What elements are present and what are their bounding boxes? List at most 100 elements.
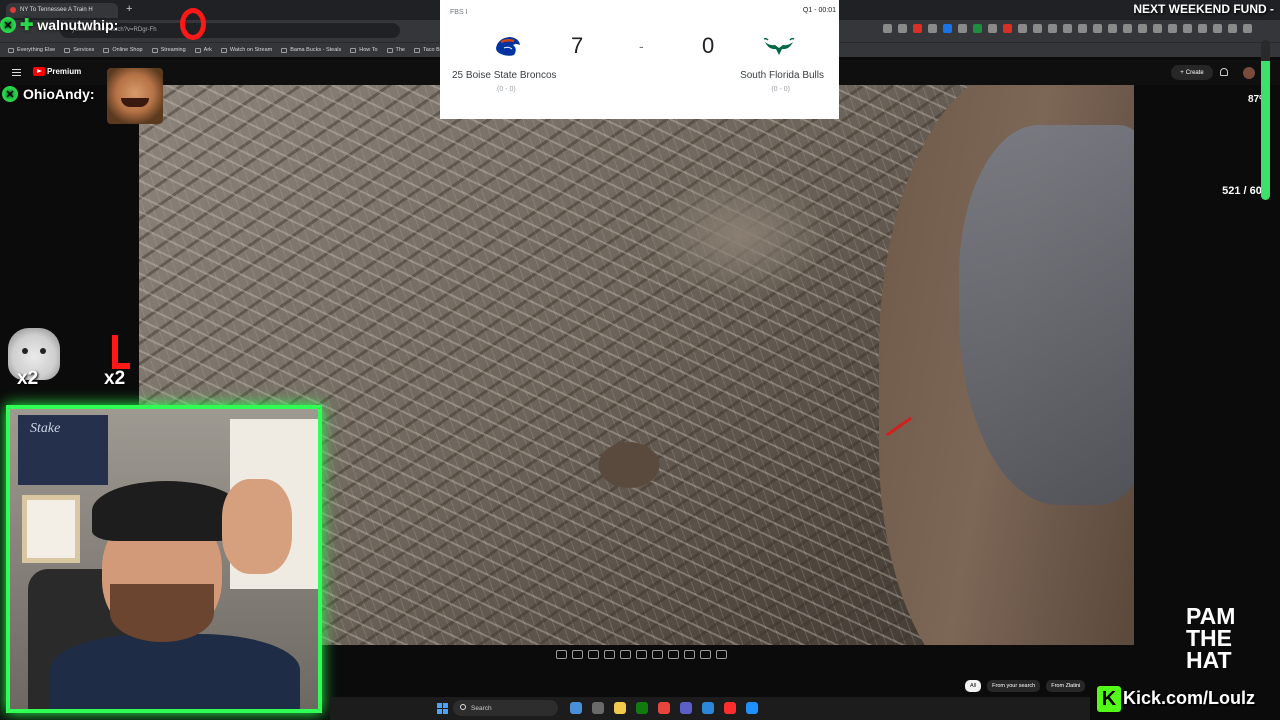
speed-icon[interactable]: [652, 650, 663, 659]
xbox-badge-icon: ✕: [0, 17, 16, 33]
extension-icon[interactable]: [988, 24, 997, 33]
taskbar-search-text: Search: [471, 704, 492, 712]
taskbar-search[interactable]: Search: [453, 700, 558, 716]
extension-icon[interactable]: [1033, 24, 1042, 33]
home-score: 7: [571, 33, 584, 58]
edge-icon[interactable]: [702, 702, 714, 714]
watermark-line: HAT: [1186, 646, 1232, 673]
scoreboard-card: FBS I Q1 - 00:01 7 - 0 25 Boise State Br…: [440, 0, 839, 119]
bookmark-label: Watch on Stream: [229, 47, 273, 53]
pam-the-hat-watermark: PAM THE HAT: [1186, 605, 1235, 673]
clip-icon[interactable]: [684, 650, 695, 659]
extension-icon[interactable]: [1138, 24, 1147, 33]
edit-icon[interactable]: [636, 650, 647, 659]
teams-icon[interactable]: [680, 702, 692, 714]
settings-gear-icon[interactable]: [716, 650, 727, 659]
extension-icon[interactable]: [1048, 24, 1057, 33]
bookmark-label: The: [395, 47, 405, 53]
host-chat-line: ✕ ✚ walnutwhip:: [0, 12, 118, 38]
chip-from-your-search[interactable]: From your search: [987, 680, 1041, 692]
fullscreen-icon[interactable]: [668, 650, 679, 659]
plus-icon: +: [1180, 69, 1184, 76]
screenshot-icon[interactable]: [700, 650, 711, 659]
chrome-icon[interactable]: [658, 702, 670, 714]
extension-icon[interactable]: [1108, 24, 1117, 33]
folder-icon: [151, 47, 158, 53]
webcam-streamer-body: [50, 634, 300, 709]
create-button[interactable]: + Create: [1171, 65, 1213, 80]
bookmark-label: How To: [359, 47, 378, 53]
kick-logo-icon: K: [1097, 686, 1121, 712]
miniplayer-icon[interactable]: [620, 650, 631, 659]
extension-icon[interactable]: [928, 24, 937, 33]
extension-icon[interactable]: [1213, 24, 1222, 33]
app-icon[interactable]: [746, 702, 758, 714]
extension-icon[interactable]: [1243, 24, 1252, 33]
folder-icon: [220, 47, 227, 53]
webcam-frame: Stake: [6, 405, 322, 713]
bookmark-item[interactable]: Everything Else: [8, 47, 55, 53]
bookmark-item[interactable]: Ark: [194, 47, 212, 53]
extension-icon[interactable]: [883, 24, 892, 33]
host-name: walnutwhip:: [37, 17, 119, 33]
new-tab-icon[interactable]: +: [126, 3, 132, 15]
subtitles-icon[interactable]: [588, 650, 599, 659]
extension-icon[interactable]: [943, 24, 952, 33]
extension-icon[interactable]: [958, 24, 967, 33]
extension-icon[interactable]: [1228, 24, 1237, 33]
loop-icon[interactable]: [556, 650, 567, 659]
extension-icon[interactable]: [913, 24, 922, 33]
bookmark-item[interactable]: The: [386, 47, 405, 53]
extension-icon[interactable]: [1003, 24, 1012, 33]
extension-icons: [883, 24, 1252, 33]
volume-icon[interactable]: [572, 650, 583, 659]
bookmark-item[interactable]: Streaming: [151, 47, 186, 53]
youtube-logo-icon[interactable]: [33, 67, 45, 76]
broncos-logo-icon: [496, 37, 520, 56]
bookmark-item[interactable]: Services: [64, 47, 94, 53]
chip-from-channel[interactable]: From Zlatini: [1046, 680, 1086, 692]
bookmark-label: Ark: [203, 47, 212, 53]
windows-start-icon[interactable]: [437, 703, 448, 714]
xbox-icon[interactable]: [636, 702, 648, 714]
bookmark-item[interactable]: How To: [350, 47, 378, 53]
extension-icon[interactable]: [1063, 24, 1072, 33]
red-l-emote-icon: [112, 335, 130, 369]
chip-all[interactable]: All: [965, 680, 982, 692]
steam-icon[interactable]: [570, 702, 582, 714]
account-avatar[interactable]: [1243, 67, 1255, 79]
bookmark-item[interactable]: Online Shop: [103, 47, 143, 53]
bookmark-item[interactable]: Bama Bucks - Steals: [281, 47, 341, 53]
extension-icon[interactable]: [1183, 24, 1192, 33]
extension-icon[interactable]: [1093, 24, 1102, 33]
theater-icon[interactable]: [604, 650, 615, 659]
file-explorer-icon[interactable]: [614, 702, 626, 714]
fund-progress-bar: [1261, 40, 1270, 200]
hamburger-menu-icon[interactable]: [12, 69, 21, 76]
folder-icon: [386, 47, 393, 53]
folder-icon: [350, 47, 357, 53]
extension-icon[interactable]: [1078, 24, 1087, 33]
extension-icon[interactable]: [1198, 24, 1207, 33]
laughing-face-emote-icon: [107, 68, 163, 124]
youtube-premium-label[interactable]: Premium: [47, 67, 81, 76]
notifications-bell-icon[interactable]: [1220, 68, 1228, 76]
folder-icon: [414, 47, 420, 53]
away-record: (0 - 0): [771, 86, 790, 93]
webcam-streamer-hand: [222, 479, 292, 574]
taskbar-apps: [570, 702, 758, 714]
create-label: Create: [1185, 69, 1204, 76]
search-icon: [460, 704, 466, 710]
extension-icon[interactable]: [973, 24, 982, 33]
extension-icon[interactable]: [1018, 24, 1027, 33]
extension-icon[interactable]: [898, 24, 907, 33]
obs-icon[interactable]: [724, 702, 736, 714]
chatter-name: OhioAndy:: [23, 86, 95, 102]
extension-icon[interactable]: [1168, 24, 1177, 33]
extension-icon[interactable]: [1153, 24, 1162, 33]
task-view-icon[interactable]: [592, 702, 604, 714]
extension-icon[interactable]: [1123, 24, 1132, 33]
bookmark-item[interactable]: Watch on Stream: [220, 47, 273, 53]
away-team-name: South Florida Bulls: [740, 70, 824, 81]
home-team-name: 25 Boise State Broncos: [452, 70, 557, 81]
